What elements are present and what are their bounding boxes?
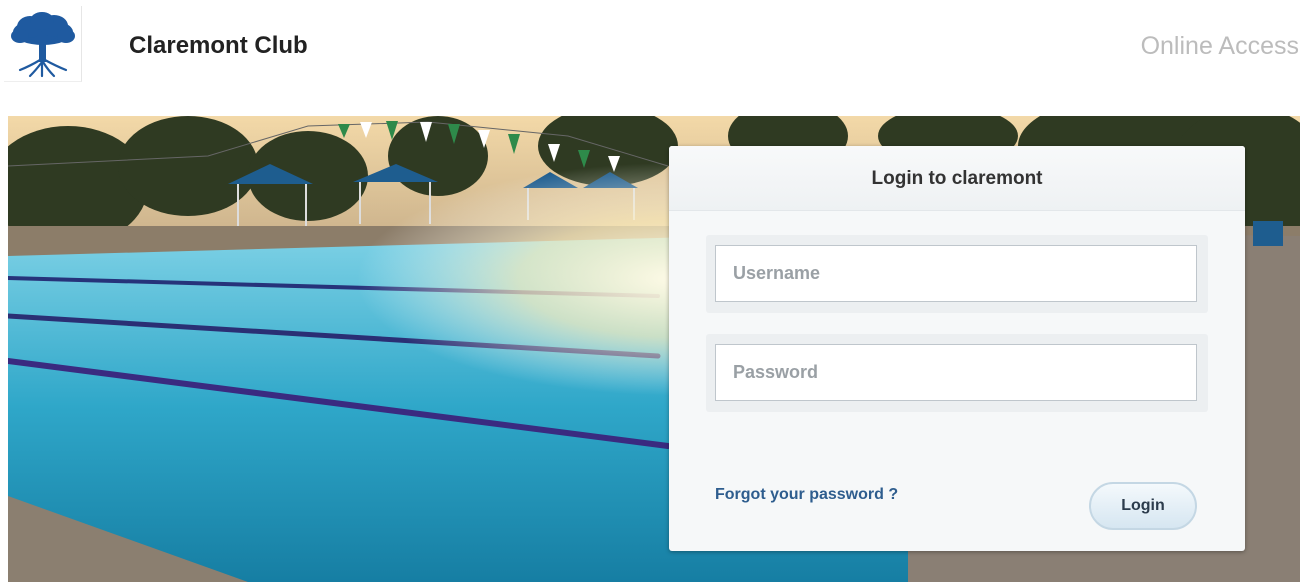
login-panel-header: Login to claremont: [669, 146, 1245, 211]
forgot-password-link[interactable]: Forgot your password ?: [715, 486, 898, 504]
password-input[interactable]: [715, 344, 1197, 401]
login-button[interactable]: Login: [1089, 482, 1197, 530]
site-header: Claremont Club Online Access: [0, 0, 1305, 92]
username-input[interactable]: [715, 245, 1197, 302]
password-field-wrapper: [706, 334, 1208, 412]
oak-tree-logo-icon: [11, 12, 75, 78]
username-field-wrapper: [706, 235, 1208, 313]
online-access-label: Online Access: [1140, 32, 1299, 60]
login-panel: Login to claremont Forgot your password …: [669, 146, 1245, 551]
logo[interactable]: [4, 6, 82, 82]
brand-name: Claremont Club: [129, 32, 308, 59]
login-title: Login to claremont: [871, 168, 1043, 189]
